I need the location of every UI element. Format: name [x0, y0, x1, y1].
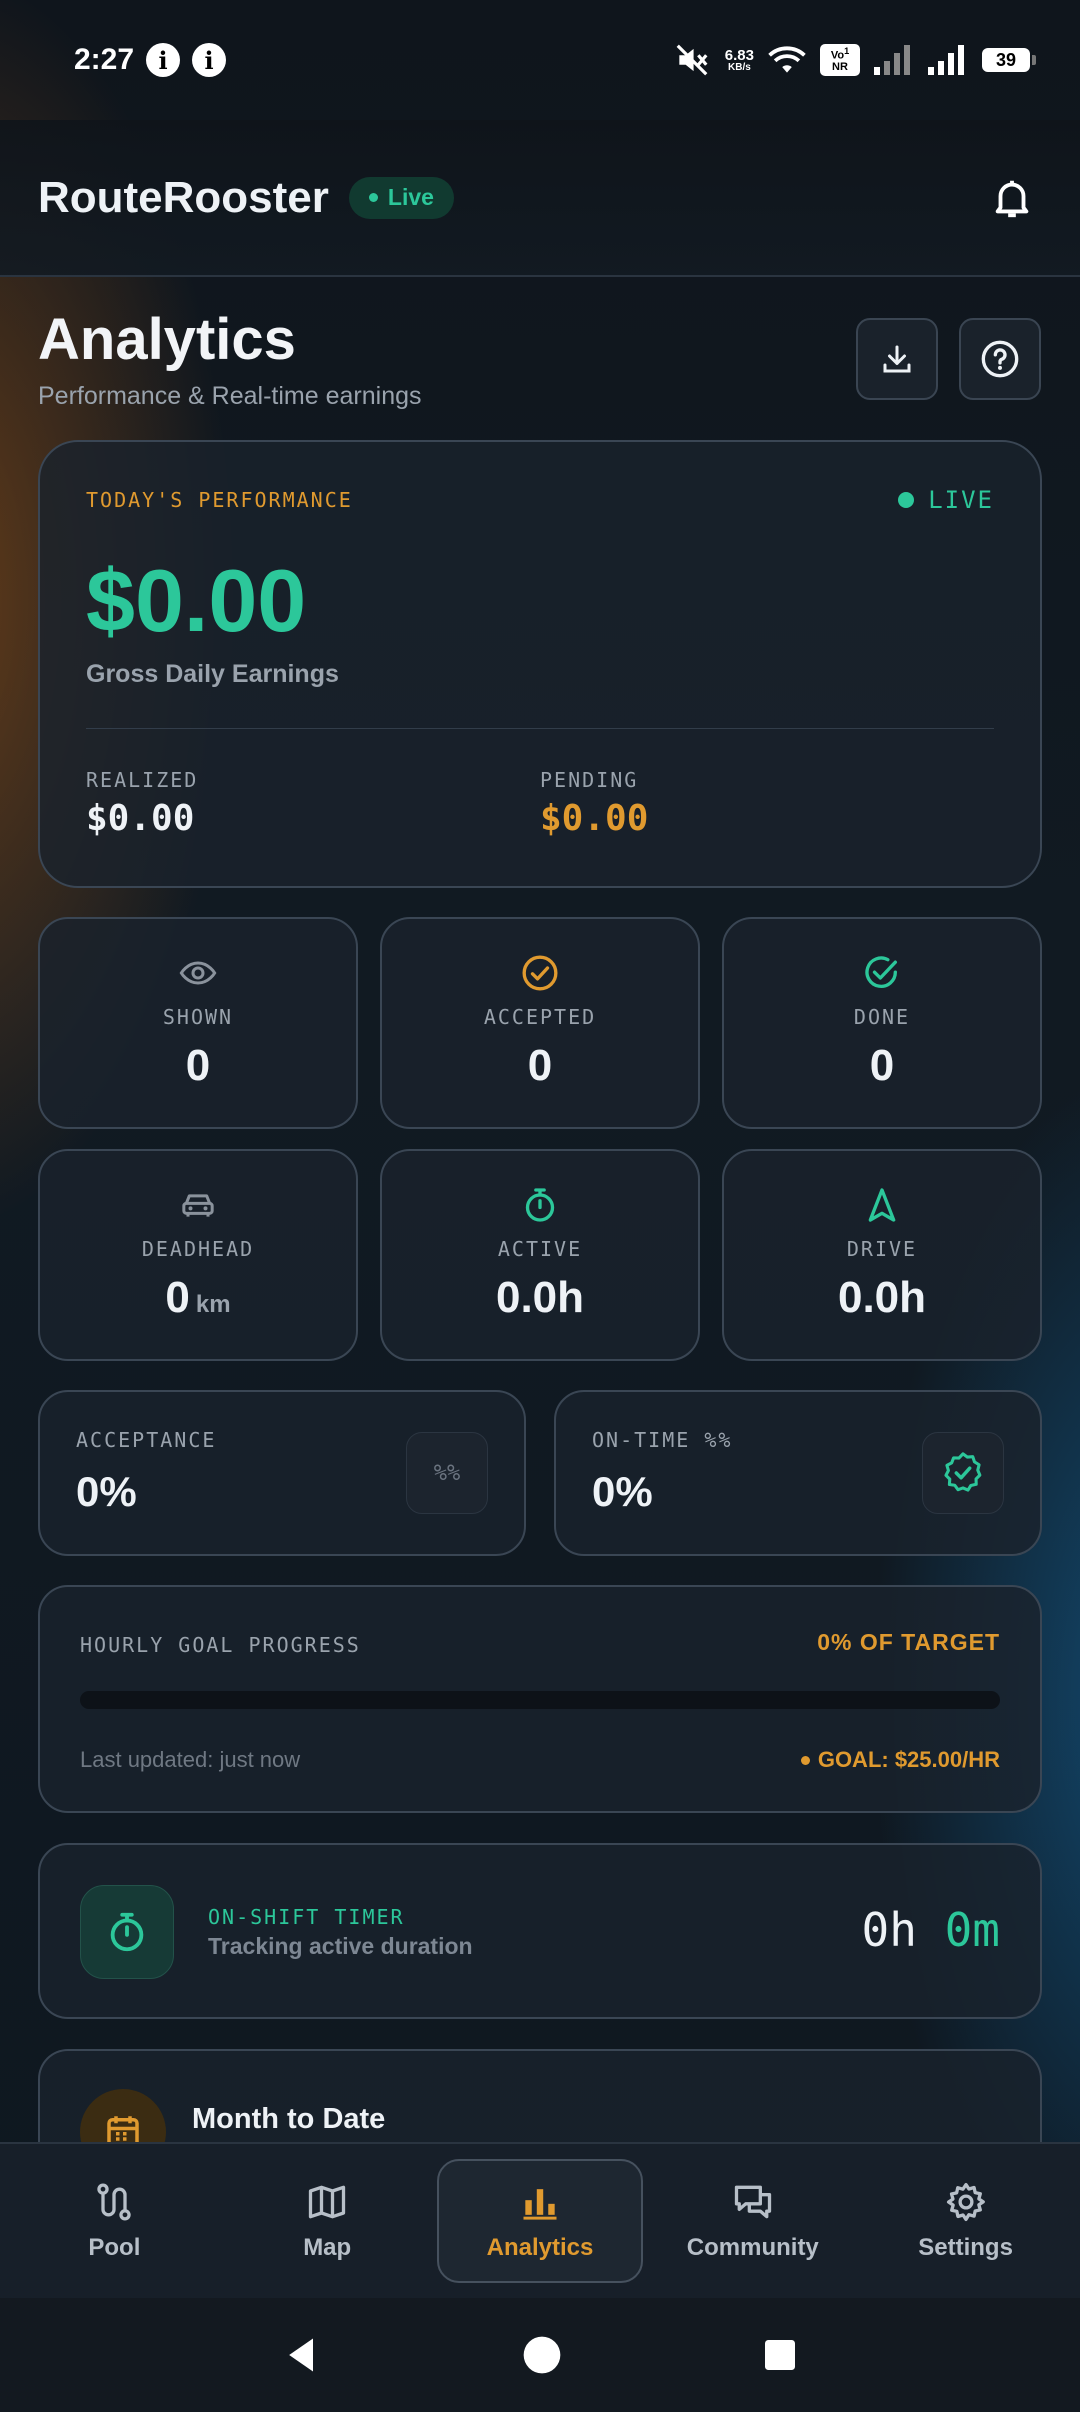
- nav-label: Community: [686, 2234, 819, 2261]
- stat-label: DRIVE: [846, 1237, 918, 1261]
- signal-icon: [874, 45, 910, 75]
- signal-icon: [928, 45, 964, 75]
- goal-target: 0% OF TARGET: [817, 1629, 1000, 1655]
- stat-card-active: ACTIVE 0.0h: [380, 1149, 700, 1361]
- stopwatch-icon: [80, 1885, 174, 1979]
- nav-analytics[interactable]: Analytics: [436, 2159, 643, 2283]
- car-icon: [178, 1185, 218, 1225]
- stat-label: DONE: [853, 1005, 911, 1029]
- navigation-arrow-icon: [862, 1185, 902, 1225]
- realized-value: $0.00: [86, 798, 195, 839]
- volte-icon: Vo1 NR: [820, 44, 860, 76]
- nav-settings[interactable]: Settings: [863, 2159, 1069, 2283]
- todays-performance-card: TODAY'S PERFORMANCE LIVE $0.00 Gross Dai…: [38, 440, 1042, 888]
- bar-chart-icon: [523, 2189, 557, 2220]
- goal-rate: GOAL: $25.00/HR: [800, 1747, 1000, 1773]
- realized-label: REALIZED: [86, 768, 199, 792]
- help-icon: [981, 340, 1019, 378]
- bottom-nav: Pool Map Analytics Community Settings: [0, 2142, 1080, 2298]
- timer-value: 0h 0m: [861, 1903, 1000, 1957]
- app-title: RouteRooster: [38, 172, 329, 222]
- system-nav-bar: [0, 2298, 1080, 2412]
- bell-icon: [995, 180, 1029, 217]
- stat-label: SHOWN: [162, 1005, 234, 1029]
- info-icon: i: [146, 43, 181, 77]
- timer-subtitle: Tracking active duration: [208, 1933, 473, 1959]
- nav-pool[interactable]: Pool: [11, 2159, 217, 2283]
- nav-label: Settings: [918, 2234, 1013, 2261]
- nav-label: Map: [303, 2234, 352, 2261]
- eye-icon: [178, 953, 218, 993]
- stopwatch-icon: [520, 1185, 560, 1225]
- performance-label: TODAY'S PERFORMANCE: [86, 488, 353, 512]
- download-button[interactable]: [856, 318, 938, 400]
- gross-earnings-caption: Gross Daily Earnings: [86, 660, 339, 688]
- live-indicator: LIVE: [898, 486, 994, 514]
- status-icons: 6.83 KB/s Vo1 NR 39: [673, 41, 1036, 79]
- stat-value: 0: [869, 1041, 895, 1090]
- stat-value: 0.0h: [495, 1273, 585, 1322]
- gross-earnings-value: $0.00: [86, 551, 307, 650]
- stat-label: DEADHEAD: [141, 1237, 255, 1261]
- nav-label: Pool: [88, 2234, 141, 2261]
- app-header: RouteRooster Live: [0, 120, 1080, 277]
- divider: [86, 728, 994, 729]
- stat-label: ACTIVE: [497, 1237, 583, 1261]
- map-icon: [309, 2185, 346, 2219]
- stat-value: 0: [527, 1041, 553, 1090]
- notifications-button[interactable]: [982, 168, 1042, 228]
- route-icon: [97, 2183, 132, 2221]
- battery-icon: 39: [982, 48, 1036, 72]
- nav-label: Analytics: [486, 2234, 594, 2261]
- stat-label: ACCEPTED: [483, 1005, 597, 1029]
- stat-value: 0.0h: [837, 1273, 927, 1322]
- download-icon: [883, 345, 911, 373]
- month-to-date-title: Month to Date: [192, 2103, 386, 2135]
- last-updated: Last updated: just now: [80, 1747, 301, 1772]
- stat-card-done: DONE 0: [722, 917, 1042, 1129]
- goal-progress-bar: [80, 1691, 1000, 1709]
- gear-icon: [946, 2182, 985, 2222]
- status-time: 2:27: [74, 43, 135, 76]
- nav-map[interactable]: Map: [224, 2159, 430, 2283]
- check-circle-icon: [862, 953, 902, 993]
- timer-label: ON-SHIFT TIMER: [208, 1905, 405, 1929]
- on-shift-timer-card: ON-SHIFT TIMER Tracking active duration …: [38, 1843, 1042, 2019]
- acceptance-card: ACCEPTANCE 0% %%: [38, 1390, 526, 1556]
- acceptance-label: ACCEPTANCE: [76, 1428, 217, 1452]
- nav-community[interactable]: Community: [650, 2159, 856, 2283]
- chat-icon: [734, 2185, 771, 2219]
- net-speed: 6.83 KB/s: [724, 46, 754, 73]
- mute-icon: [676, 44, 708, 76]
- hourly-goal-card: HOURLY GOAL PROGRESS 0% OF TARGET Last u…: [38, 1585, 1042, 1813]
- stat-value: 0: [185, 1041, 211, 1090]
- verified-badge-icon: [922, 1432, 1004, 1514]
- home-icon[interactable]: [520, 2333, 564, 2377]
- info-icon: i: [192, 43, 227, 77]
- wifi-icon: [768, 46, 806, 73]
- percent-badge: %%: [406, 1432, 488, 1514]
- page-subtitle: Performance & Real-time earnings: [38, 382, 422, 410]
- stat-card-accepted: ACCEPTED 0: [380, 917, 700, 1129]
- check-circle-icon: [520, 953, 560, 993]
- acceptance-value: 0%: [76, 1468, 137, 1515]
- status-bar: 2:27 i i 6.83 KB/s Vo1 NR 39: [0, 0, 1080, 120]
- stat-card-drive: DRIVE 0.0h: [722, 1149, 1042, 1361]
- help-button[interactable]: [959, 318, 1041, 400]
- on-time-card: ON-TIME %% 0%: [554, 1390, 1042, 1556]
- stat-card-shown: SHOWN 0: [38, 917, 358, 1129]
- stat-value: 0 km: [165, 1273, 231, 1322]
- pending-label: PENDING: [540, 768, 639, 792]
- on-time-label: ON-TIME %%: [592, 1428, 733, 1452]
- goal-label: HOURLY GOAL PROGRESS: [80, 1633, 361, 1657]
- recents-icon[interactable]: [760, 2335, 800, 2375]
- on-time-value: 0%: [592, 1468, 653, 1515]
- stat-card-deadhead: DEADHEAD 0 km: [38, 1149, 358, 1361]
- page-title: Analytics: [38, 307, 296, 372]
- back-icon[interactable]: [280, 2333, 324, 2377]
- pending-value: $0.00: [540, 798, 649, 839]
- live-badge: Live: [348, 176, 454, 219]
